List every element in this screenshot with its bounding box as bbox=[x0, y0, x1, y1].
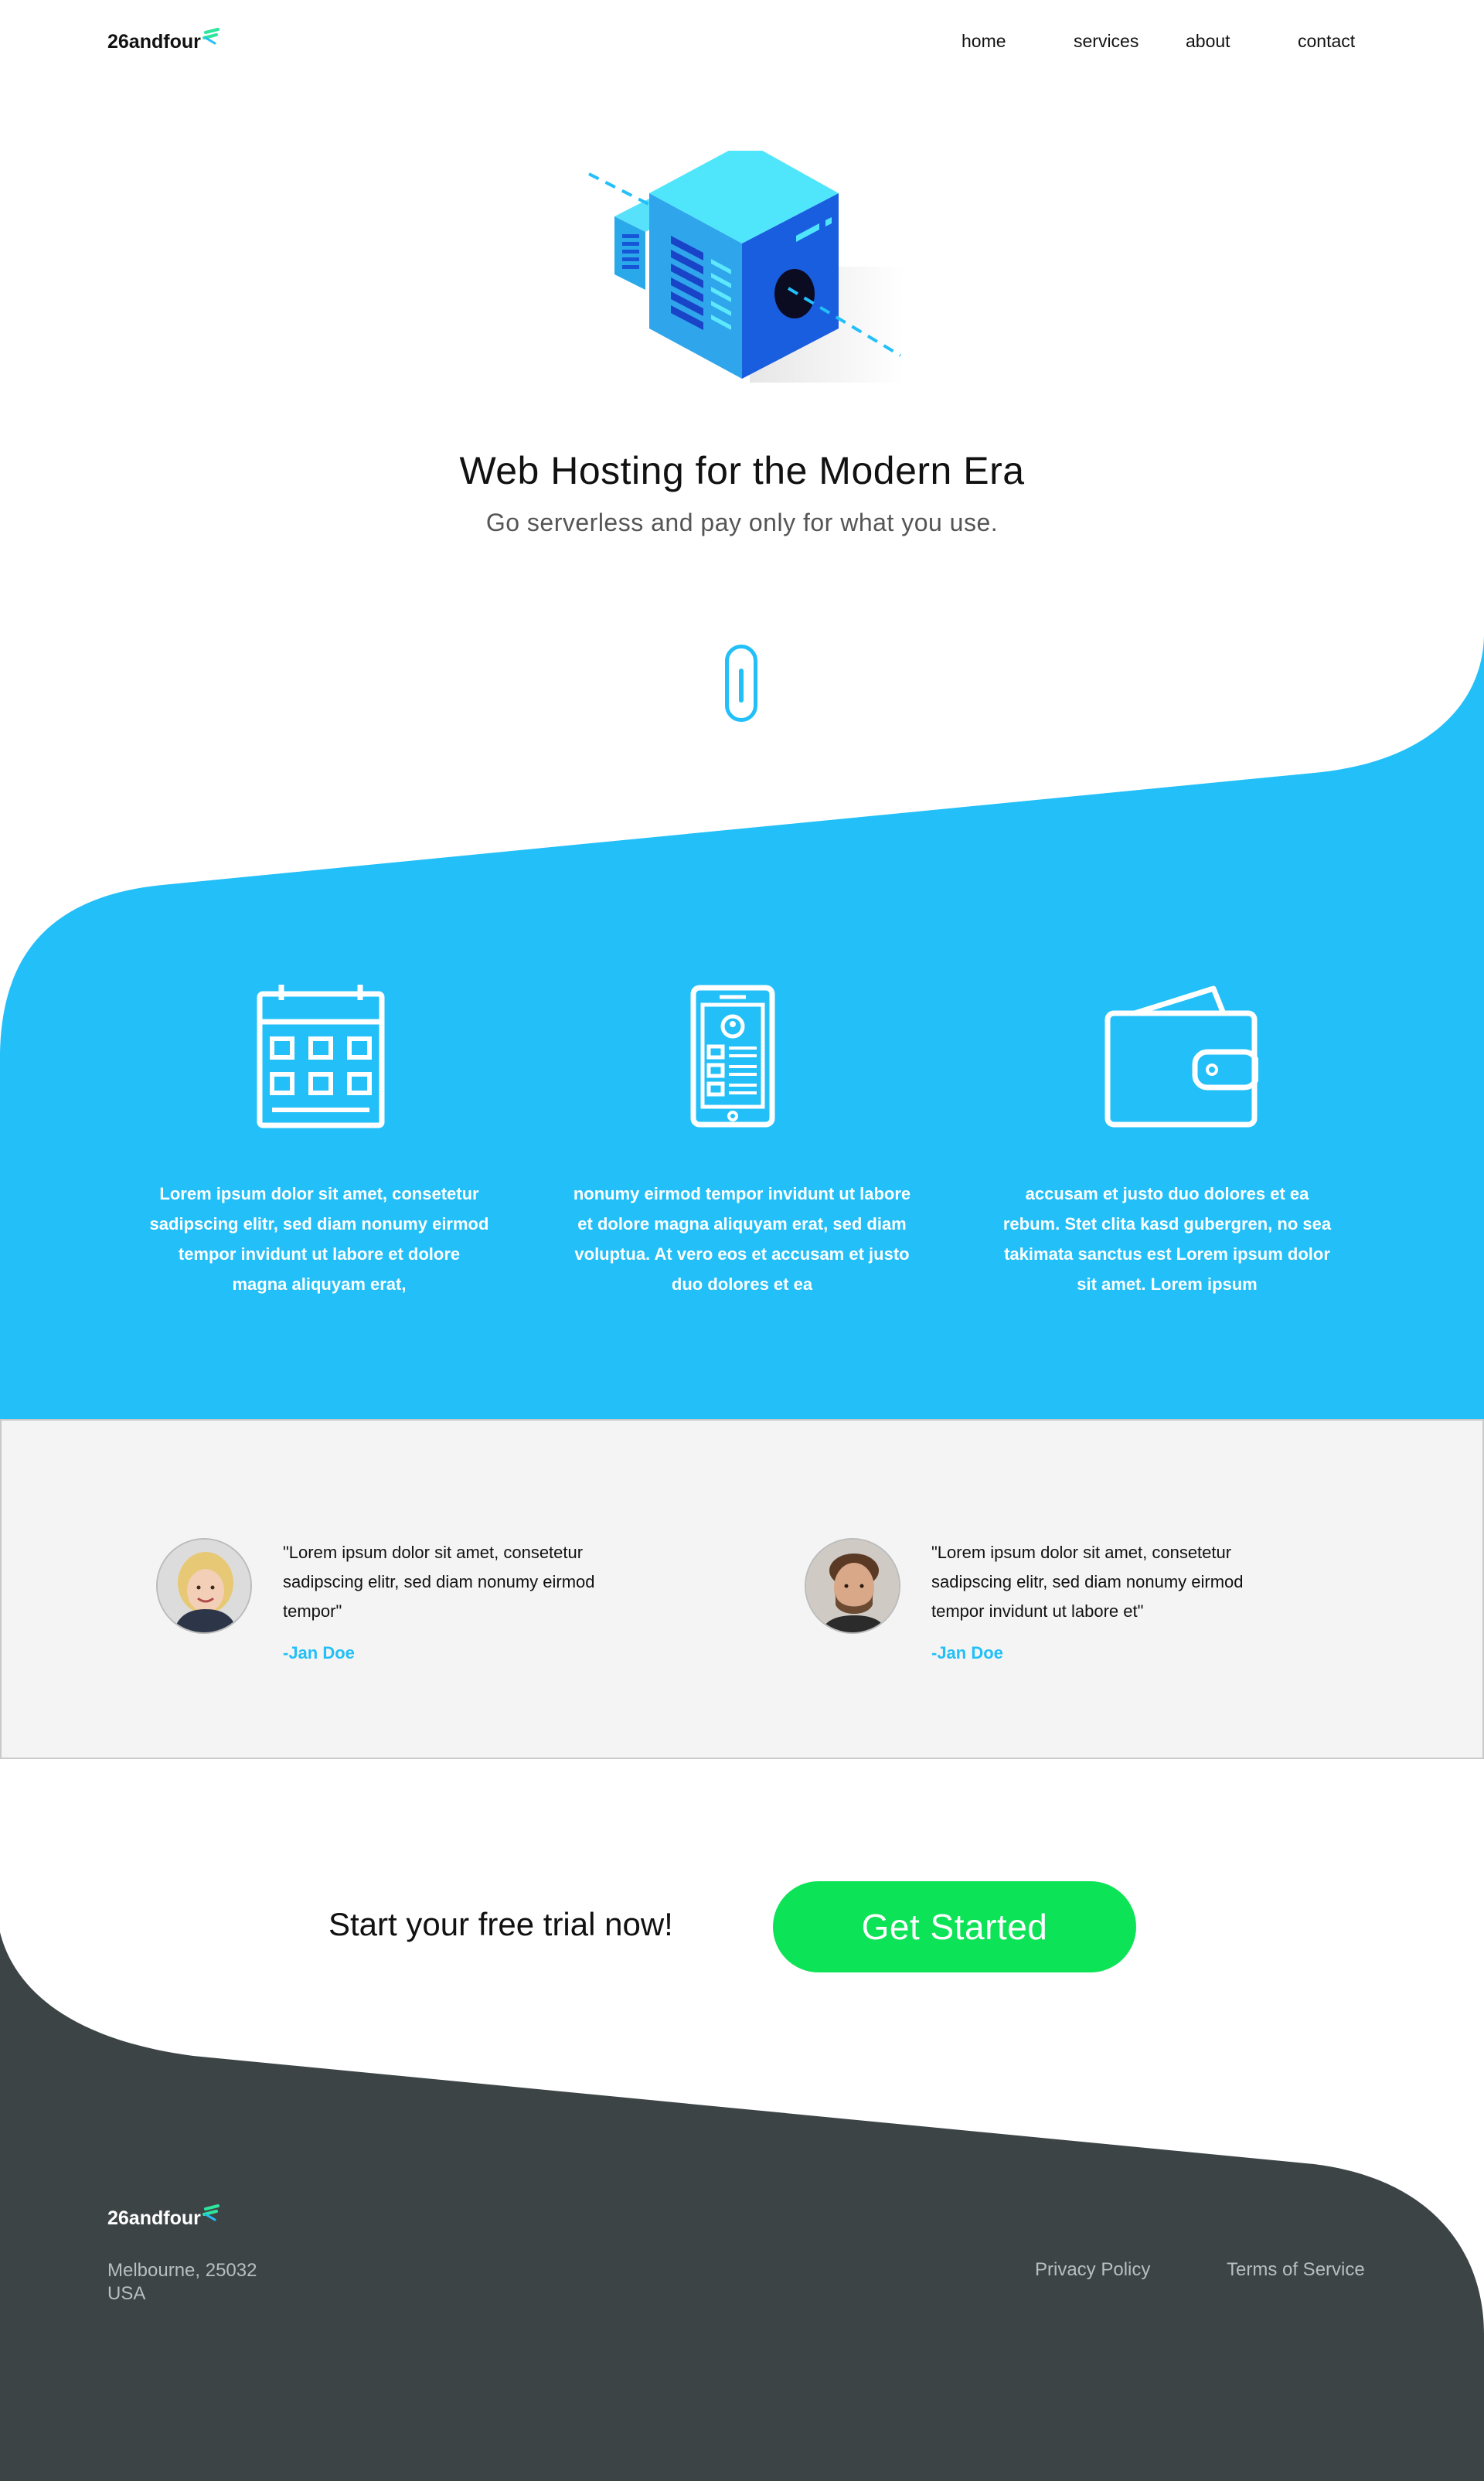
testimonial-quote: "Lorem ipsum dolor sit amet, consetetur … bbox=[931, 1543, 1244, 1621]
feature-text-3: accusam et justo duo dolores et ea rebum… bbox=[1002, 1184, 1332, 1294]
address-line-2: USA bbox=[107, 2283, 146, 2304]
testimonial-author: -Jan Doe bbox=[931, 1643, 1003, 1663]
avatar bbox=[156, 1538, 252, 1634]
testimonials-section: "Lorem ipsum dolor sit amet, consetetur … bbox=[0, 1419, 1484, 1759]
feature-text-2: nonumy eirmod tempor invidunt ut labore … bbox=[573, 1184, 911, 1294]
testimonial-quote: "Lorem ipsum dolor sit amet, consetetur … bbox=[283, 1543, 595, 1621]
footer-brand-logo[interactable]: 26andfour bbox=[107, 2204, 220, 2230]
privacy-policy-link[interactable]: Privacy Policy bbox=[1035, 2259, 1150, 2281]
mobile-app-icon bbox=[690, 985, 775, 1128]
footer-background bbox=[0, 1932, 1484, 2481]
get-started-button[interactable]: Get Started bbox=[773, 1881, 1136, 1972]
cta-text: Start your free trial now! bbox=[328, 1906, 673, 1942]
calendar-icon bbox=[257, 985, 385, 1128]
terms-of-service-link[interactable]: Terms of Service bbox=[1227, 2259, 1365, 2281]
footer-address: Melbourne, 25032 USA bbox=[107, 2259, 257, 2306]
avatar bbox=[805, 1538, 900, 1634]
logo-mark-icon bbox=[202, 2204, 220, 2221]
footer-brand-name: 26andfour bbox=[107, 2207, 201, 2229]
wallet-icon bbox=[1104, 985, 1258, 1128]
feature-text-1: Lorem ipsum dolor sit amet, consetetur s… bbox=[149, 1184, 489, 1294]
testimonial-author: -Jan Doe bbox=[283, 1643, 355, 1663]
address-line-1: Melbourne, 25032 bbox=[107, 2260, 257, 2281]
